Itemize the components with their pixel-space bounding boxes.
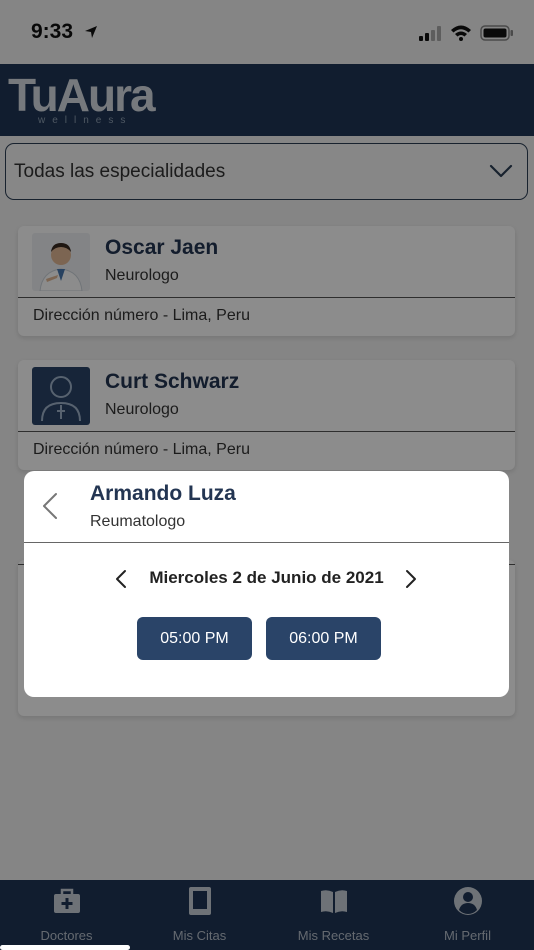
- modal-doctor-specialty: Reumatologo: [90, 513, 186, 530]
- next-date-icon[interactable]: [404, 569, 418, 589]
- back-chevron-icon[interactable]: [40, 491, 60, 521]
- home-indicator: [0, 945, 130, 950]
- modal-backdrop[interactable]: [0, 0, 534, 880]
- appointment-modal: Armando Luza Reumatologo Miercoles 2 de …: [24, 471, 509, 697]
- time-slot-button[interactable]: 06:00 PM: [266, 617, 381, 660]
- appointment-date: Miercoles 2 de Junio de 2021: [149, 568, 384, 587]
- time-slot-button[interactable]: 05:00 PM: [137, 617, 252, 660]
- modal-divider: [24, 542, 509, 543]
- modal-doctor-name: Armando Luza: [90, 482, 236, 505]
- tab-bar-dim: [0, 880, 534, 950]
